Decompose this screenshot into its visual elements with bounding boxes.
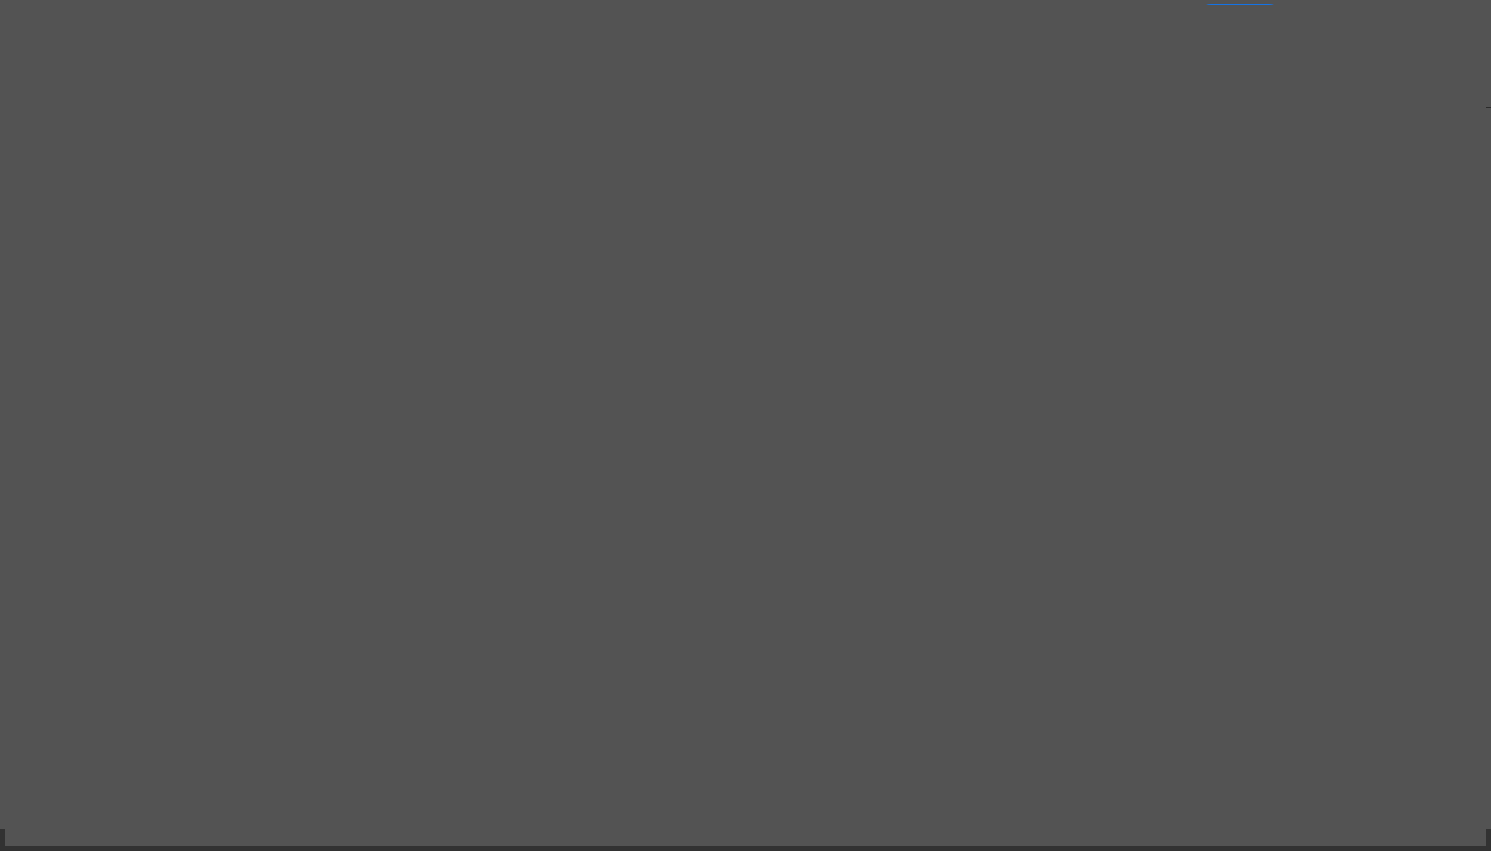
- properties-panel: Properties Layers Libraries Linked File …: [1191, 73, 1491, 829]
- stroke-swatch[interactable]: [1205, 398, 1227, 420]
